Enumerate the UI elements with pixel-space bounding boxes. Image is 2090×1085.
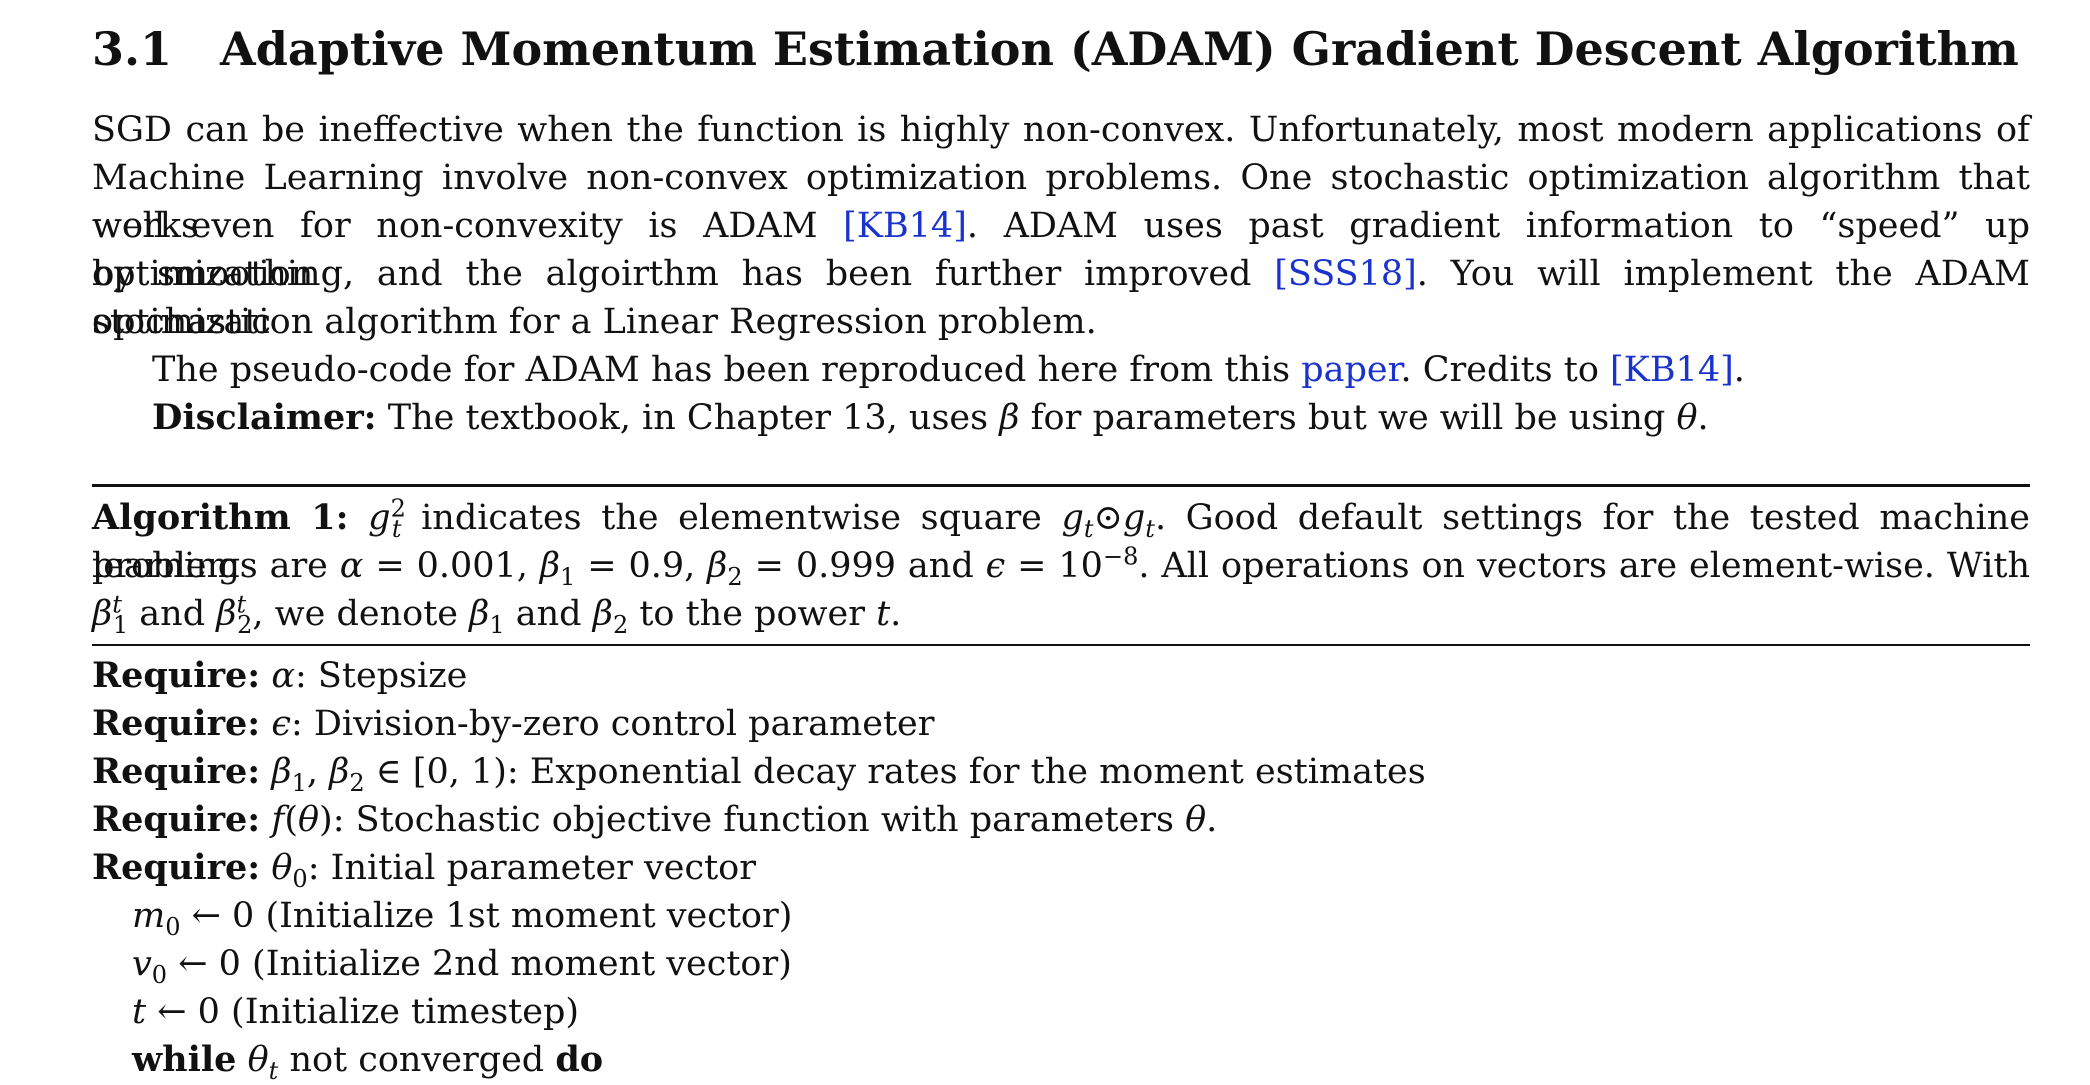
require-decay-rates: Require: β1, β2 ∈ [0, 1): Exponential de… <box>92 751 1426 797</box>
intro-line-5: optimization algorithm for a Linear Regr… <box>92 302 1097 342</box>
pseudo-code-note: The pseudo-code for ADAM has been reprod… <box>152 350 1745 390</box>
init-second-moment: v0 ← 0 (Initialize 2nd moment vector) <box>132 944 792 989</box>
require-initial-params: Require: θ0: Initial parameter vector <box>92 847 756 893</box>
section-title: Adaptive Momentum Estimation (ADAM) Grad… <box>220 22 2019 76</box>
citation-link-kb14[interactable]: [KB14] <box>843 206 967 246</box>
citation-link-kb14-credits[interactable]: [KB14] <box>1610 350 1734 390</box>
while-loop-header: while θt not converged do <box>132 1039 604 1085</box>
disclaimer: Disclaimer: The textbook, in Chapter 13,… <box>152 397 1709 438</box>
section-number: 3.1 <box>92 22 173 76</box>
citation-link-sss18[interactable]: [SSS18] <box>1274 254 1417 294</box>
require-epsilon: Require: ϵ: Division-by-zero control par… <box>92 703 935 744</box>
intro-line-1: SGD can be ineffective when the function… <box>92 110 2030 150</box>
require-objective: Require: f(θ): Stochastic objective func… <box>92 799 1218 840</box>
paper-link[interactable]: paper <box>1301 350 1400 390</box>
algorithm-caption-line-3: βt1 and βt2, we denote β1 and β2 to the … <box>92 590 902 639</box>
algorithm-label: Algorithm 1: <box>92 497 349 538</box>
algorithm-top-rule <box>92 484 2030 487</box>
disclaimer-label: Disclaimer: <box>152 397 377 438</box>
init-timestep: t ← 0 (Initialize timestep) <box>132 992 580 1032</box>
require-stepsize: Require: α: Stepsize <box>92 655 468 696</box>
section-heading: 3.1 Adaptive Momentum Estimation (ADAM) G… <box>92 22 2019 76</box>
while-keyword: while <box>132 1039 237 1080</box>
algorithm-caption-line-2: problems are α = 0.001, β1 = 0.9, β2 = 0… <box>92 542 2031 591</box>
do-keyword: do <box>555 1039 604 1080</box>
document-page: 3.1 Adaptive Momentum Estimation (ADAM) G… <box>0 0 2090 1085</box>
init-first-moment: m0 ← 0 (Initialize 1st moment vector) <box>132 896 793 941</box>
algorithm-mid-rule <box>92 644 2030 646</box>
